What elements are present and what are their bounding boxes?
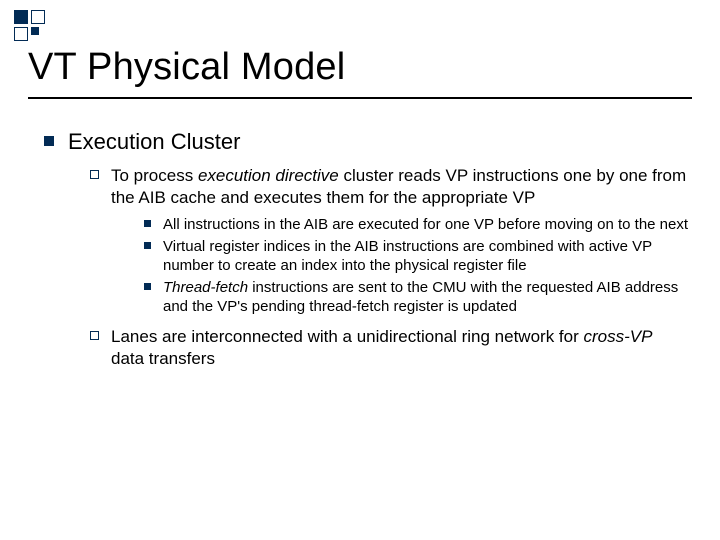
square-bullet-icon [144, 283, 151, 290]
level1-text: Execution Cluster [68, 129, 240, 155]
square-bullet-icon [144, 220, 151, 227]
level3-text: All instructions in the AIB are executed… [163, 215, 688, 234]
slide-title: VT Physical Model [0, 0, 720, 97]
bullet-level2: Lanes are interconnected with a unidirec… [90, 326, 690, 370]
hollow-square-bullet-icon [90, 170, 99, 179]
level3-text: Thread-fetch instructions are sent to th… [163, 278, 690, 316]
level2-text: Lanes are interconnected with a unidirec… [111, 326, 690, 370]
square-bullet-icon [44, 136, 54, 146]
bullet-level3: Thread-fetch instructions are sent to th… [144, 278, 690, 316]
corner-decoration [14, 10, 28, 24]
bullet-level2: To process execution directive cluster r… [90, 165, 690, 209]
bullet-level1: Execution Cluster [44, 129, 690, 155]
hollow-square-bullet-icon [90, 331, 99, 340]
bullet-level3: All instructions in the AIB are executed… [144, 215, 690, 234]
bullet-level3: Virtual register indices in the AIB inst… [144, 237, 690, 275]
level3-text: Virtual register indices in the AIB inst… [163, 237, 690, 275]
slide-body: Execution Cluster To process execution d… [0, 99, 720, 370]
level2-text: To process execution directive cluster r… [111, 165, 690, 209]
square-bullet-icon [144, 242, 151, 249]
